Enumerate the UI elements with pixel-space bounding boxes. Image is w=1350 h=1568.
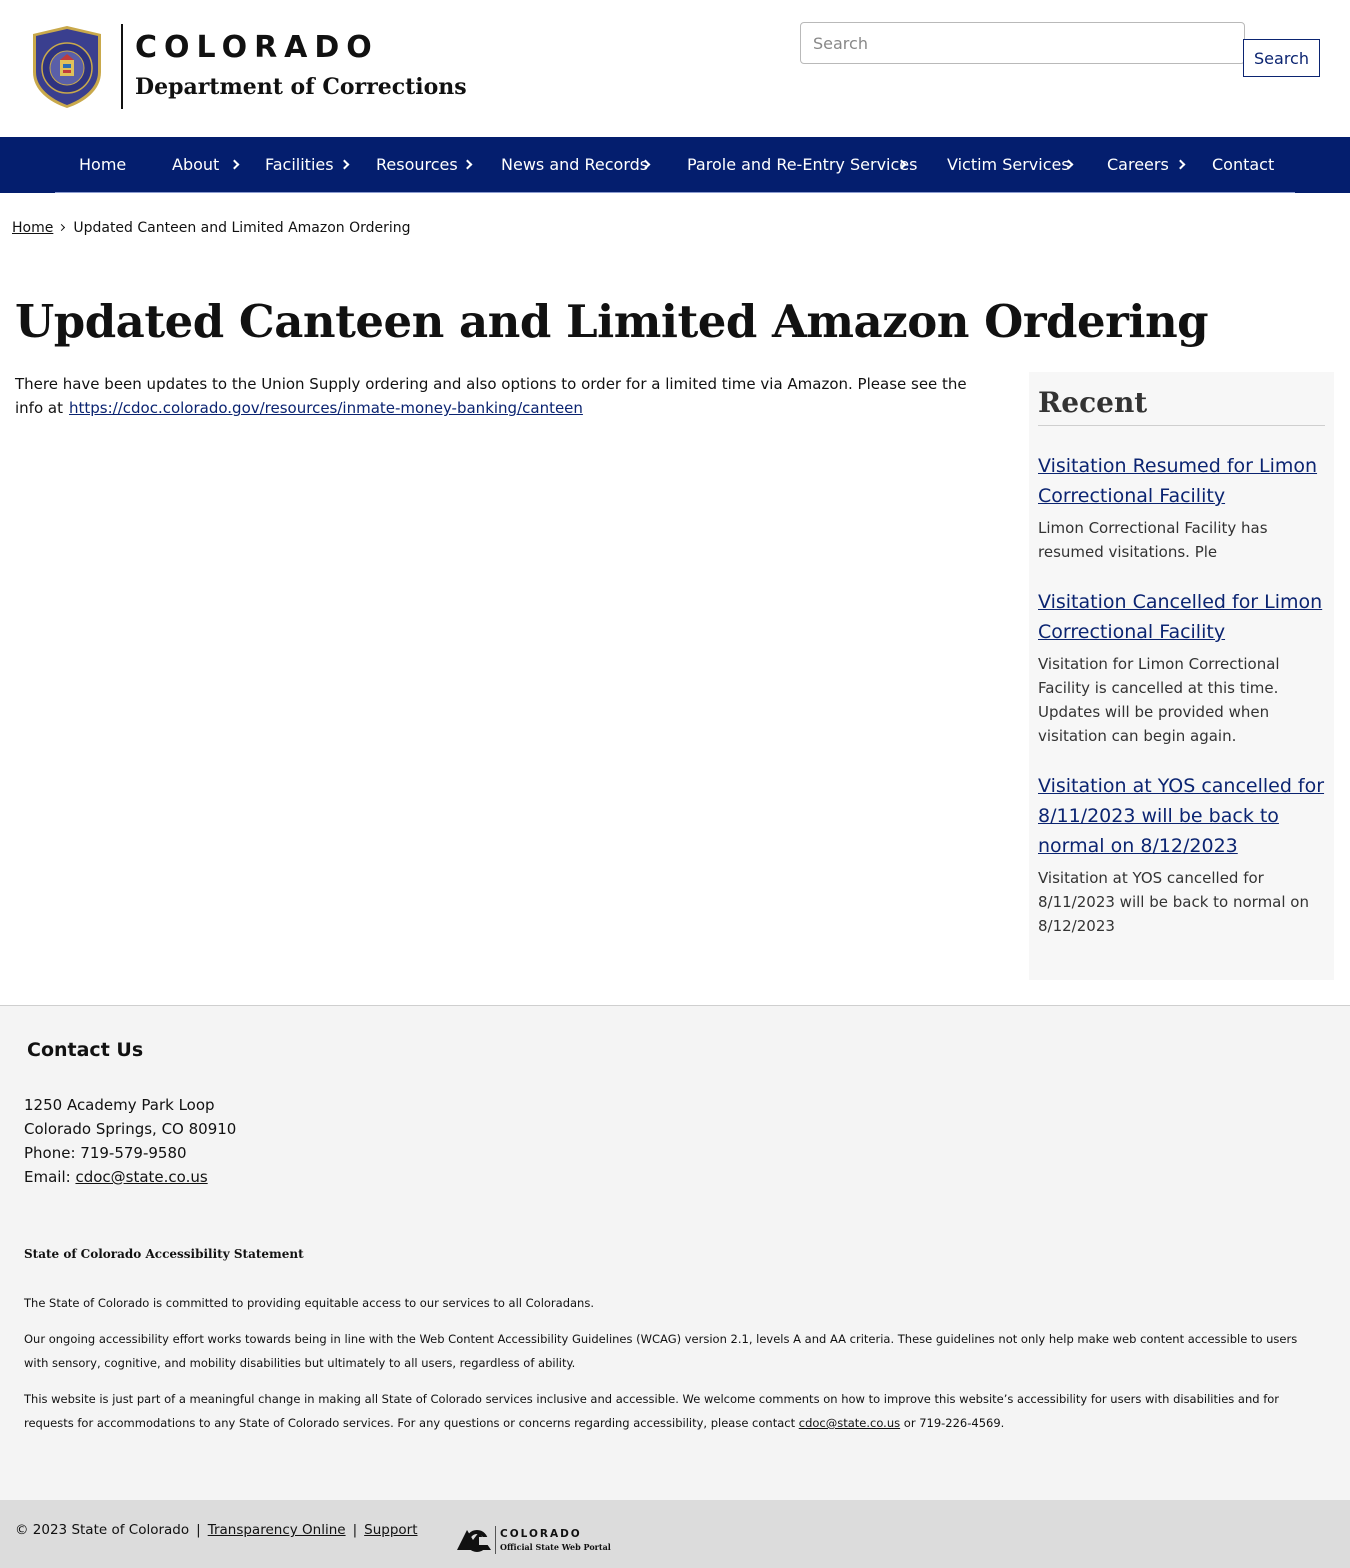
recent-item-link[interactable]: Visitation Cancelled for Limon Correctio… xyxy=(1038,587,1328,647)
accessibility-paragraph: Our ongoing accessibility effort works t… xyxy=(24,1332,1298,1370)
brand-department-name[interactable]: Department of Corrections xyxy=(135,74,467,100)
contact-heading: Contact Us xyxy=(27,1039,144,1061)
support-link[interactable]: Support xyxy=(364,1522,417,1538)
portal-title: COLORADO xyxy=(500,1528,582,1540)
search-input[interactable] xyxy=(800,22,1245,64)
brand-divider xyxy=(121,24,123,109)
phone-line: Phone: 719-579-9580 xyxy=(24,1144,187,1162)
nav-item-facilities[interactable]: Facilities xyxy=(265,137,334,193)
separator: | xyxy=(352,1522,358,1538)
recent-item: Visitation Cancelled for Limon Correctio… xyxy=(1038,587,1328,748)
chevron-right-icon[interactable] xyxy=(462,159,473,170)
nav-item-label: News and Records xyxy=(501,155,649,174)
recent-item-link[interactable]: Visitation at YOS cancelled for 8/11/202… xyxy=(1038,771,1328,861)
nav-item-label: Facilities xyxy=(265,155,334,174)
search-button[interactable]: Search xyxy=(1243,39,1320,77)
main-nav-inner: Home About Facilities Resources News and… xyxy=(55,137,1295,193)
email-label: Email: xyxy=(24,1168,71,1186)
nav-item-label: Contact xyxy=(1212,155,1275,174)
nav-item-resources[interactable]: Resources xyxy=(376,137,458,193)
nav-item-label: Careers xyxy=(1107,155,1169,174)
portal-divider xyxy=(495,1526,496,1554)
chevron-right-icon[interactable] xyxy=(229,159,240,170)
recent-item-desc: Visitation for Limon Correctional Facili… xyxy=(1038,655,1280,745)
nav-item-label: Parole and Re-Entry Services xyxy=(687,155,918,174)
site-header: COLORADO Department of Corrections Searc… xyxy=(0,0,1350,137)
chevron-right-icon[interactable] xyxy=(1175,159,1186,170)
canteen-link[interactable]: https://cdoc.colorado.gov/resources/inma… xyxy=(69,399,583,417)
bottom-bar: © 2023 State of Colorado | Transparency On… xyxy=(0,1500,1350,1568)
breadcrumb-home-link[interactable]: Home xyxy=(12,220,53,236)
nav-item-label: Resources xyxy=(376,155,458,174)
accessibility-paragraph: The State of Colorado is committed to pr… xyxy=(24,1296,594,1310)
brand-state-name[interactable]: COLORADO xyxy=(135,30,379,65)
nav-item-label: About xyxy=(172,155,220,174)
email-line: Email: cdoc@state.co.us xyxy=(24,1165,236,1189)
copyright: © 2023 State of Colorado xyxy=(15,1522,190,1538)
accessibility-heading: State of Colorado Accessibility Statemen… xyxy=(24,1247,304,1261)
site-footer: Contact Us 1250 Academy Park Loop Colora… xyxy=(0,1005,1350,1500)
recent-heading: Recent xyxy=(1038,386,1148,419)
transparency-link[interactable]: Transparency Online xyxy=(208,1522,346,1538)
breadcrumb: Home Updated Canteen and Limited Amazon O… xyxy=(12,220,411,236)
nav-item-home[interactable]: Home xyxy=(79,137,126,193)
contact-block: 1250 Academy Park Loop Colorado Springs,… xyxy=(24,1093,236,1189)
recent-item-desc: Visitation at YOS cancelled for 8/11/202… xyxy=(1038,869,1309,935)
accessibility-paragraph: This website is just part of a meaningfu… xyxy=(24,1387,1314,1435)
colorado-portal-logo[interactable]: COLORADO Official State Web Portal xyxy=(453,1524,611,1556)
nav-item-news-and-records[interactable]: News and Records xyxy=(501,137,648,193)
portal-subtitle: Official State Web Portal xyxy=(500,1542,611,1552)
recent-item: Visitation at YOS cancelled for 8/11/202… xyxy=(1038,771,1328,938)
accessibility-text: This website is just part of a meaningfu… xyxy=(24,1392,1280,1430)
recent-item: Visitation Resumed for Limon Correctiona… xyxy=(1038,451,1328,564)
accessibility-email-link[interactable]: cdoc@state.co.us xyxy=(799,1416,900,1430)
bottom-links: © 2023 State of Colorado | Transparency On… xyxy=(15,1522,418,1538)
page-title: Updated Canteen and Limited Amazon Order… xyxy=(15,295,1209,348)
nav-item-careers[interactable]: Careers xyxy=(1107,137,1169,193)
address-line-1: 1250 Academy Park Loop xyxy=(24,1096,215,1114)
chevron-right-icon[interactable] xyxy=(339,159,350,170)
nav-item-contact[interactable]: Contact xyxy=(1212,137,1274,193)
colorado-c-logo-icon xyxy=(457,1530,491,1552)
recent-sidebar: Recent Visitation Resumed for Limon Corr… xyxy=(1029,372,1334,980)
main-nav: Home About Facilities Resources News and… xyxy=(0,137,1350,193)
nav-item-victim-services[interactable]: Victim Services xyxy=(947,137,1070,193)
nav-item-about[interactable]: About xyxy=(172,137,219,193)
breadcrumb-current: Updated Canteen and Limited Amazon Order… xyxy=(73,220,411,236)
recent-divider xyxy=(1038,425,1325,426)
address-line-2: Colorado Springs, CO 80910 xyxy=(24,1120,237,1138)
nav-item-parole-and-reentry[interactable]: Parole and Re-Entry Services xyxy=(687,137,917,193)
email-link[interactable]: cdoc@state.co.us xyxy=(75,1168,207,1186)
chevron-right-icon xyxy=(58,223,66,232)
recent-item-link[interactable]: Visitation Resumed for Limon Correctiona… xyxy=(1038,451,1328,511)
nav-item-label: Victim Services xyxy=(947,155,1070,174)
nav-item-label: Home xyxy=(79,155,127,174)
recent-item-desc: Limon Correctional Facility has resumed … xyxy=(1038,519,1268,561)
separator: | xyxy=(196,1522,201,1538)
article-body: There have been updates to the Union Sup… xyxy=(15,372,975,420)
corrections-seal-icon[interactable] xyxy=(29,24,105,110)
accessibility-phone: or 719-226-4569. xyxy=(903,1416,1005,1430)
